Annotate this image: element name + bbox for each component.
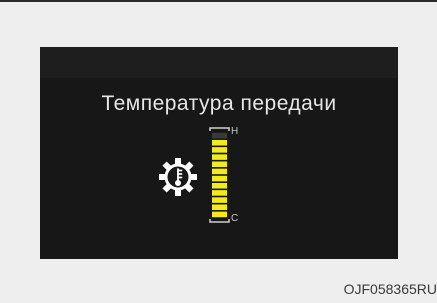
gauge-segment: [212, 139, 227, 146]
gauge-segment: [212, 182, 227, 189]
temperature-gauge: [209, 127, 230, 223]
instrument-display: Температура передачи H C: [40, 47, 398, 259]
gauge-segment: [212, 132, 227, 139]
transmission-temperature-gear-icon: [159, 158, 197, 196]
gauge-segment: [212, 190, 227, 196]
gauge-segment: [212, 175, 227, 182]
gauge-segment: [212, 161, 227, 168]
gauge-segment: [212, 154, 227, 160]
figure-code: OJF058365RU: [343, 281, 437, 297]
gauge-segment: [212, 211, 227, 218]
gauge-segment: [212, 197, 227, 203]
top-divider: [0, 0, 437, 2]
gauge-segment: [212, 204, 227, 211]
display-title: Температура передачи: [101, 92, 337, 115]
gauge-segment: [212, 168, 227, 175]
gauge-segment: [212, 147, 227, 153]
gauge-hot-label: H: [231, 126, 239, 137]
manual-figure: Температура передачи H C OJF058365RU: [0, 0, 437, 303]
gauge-cold-label: C: [231, 213, 239, 224]
